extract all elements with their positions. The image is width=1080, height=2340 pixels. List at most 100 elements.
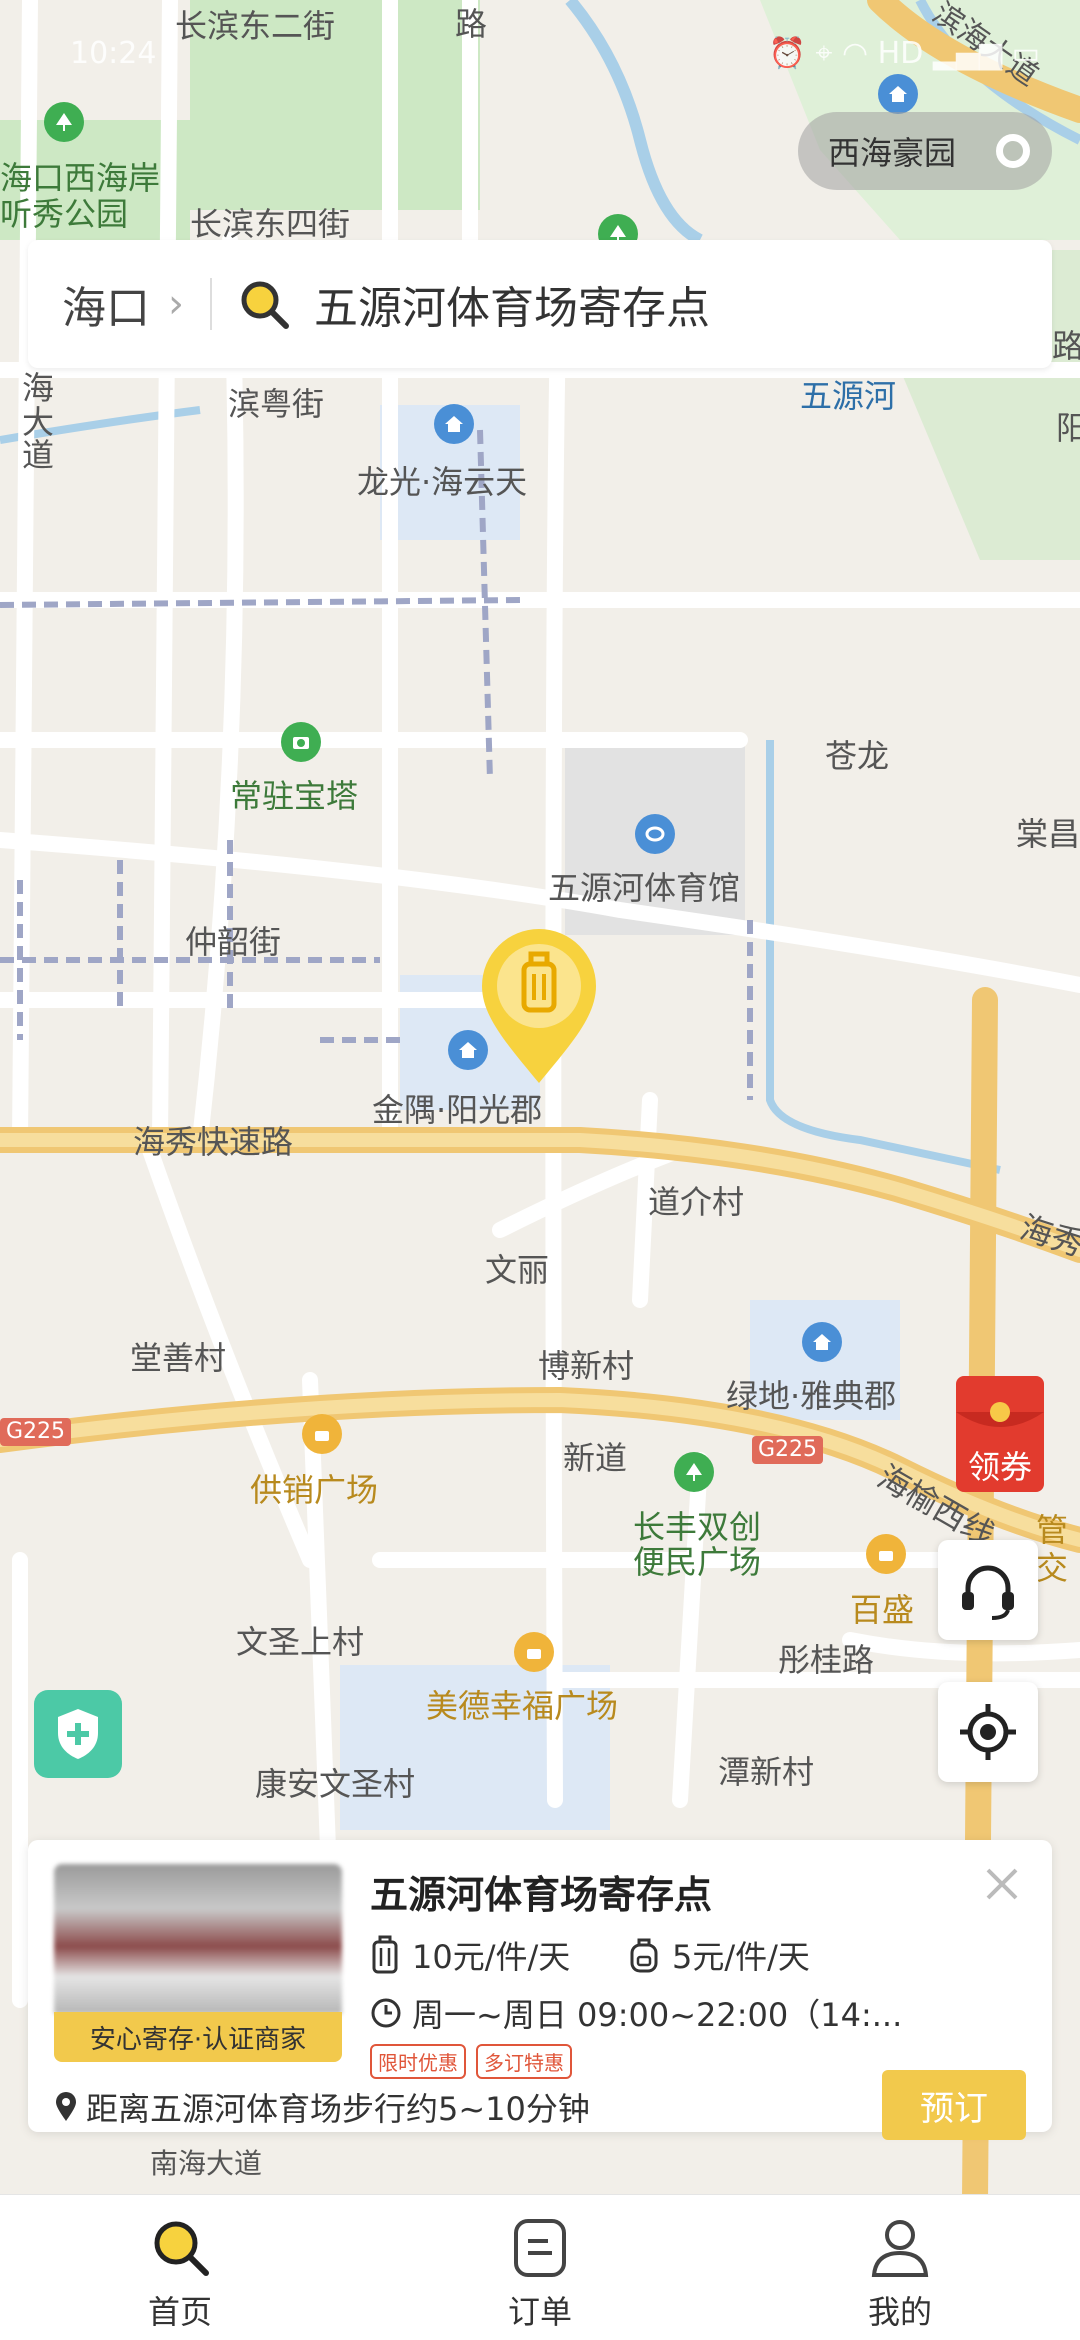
map-label: 长滨东四街 [190,205,351,243]
nav-home-label: 首页 [147,2293,212,2331]
map-label: 道介村 [648,1183,745,1221]
map-label: 金隅·阳光郡 [372,1091,543,1129]
price-large-label: 10元/件/天 [412,1938,571,1976]
nav-item-home[interactable]: 首页 [0,2195,360,2340]
location-pin-icon [56,2092,76,2121]
map-label: 康安文圣村 [255,1765,416,1803]
map-label: 常驻宝塔 [230,777,359,815]
promo-badge: 多订特惠 [476,2044,572,2079]
map-label: 路 [1052,327,1080,365]
status-indicators: ⏰ ⌖ ◠ HD ▂▄▆ ▭ [769,36,1040,71]
map-label: 棠昌 [1016,815,1080,853]
highway-shield: G225 [752,1436,824,1464]
map-label: 五源河 [800,377,897,415]
store-photo [54,1864,342,2014]
shopping-icon [302,1414,342,1454]
signal-icon: ▂▄▆ [932,36,1012,71]
map-label: 阳 [1056,409,1080,447]
search-input[interactable]: 五源河体育场寄存点 [314,272,710,336]
user-icon [871,2220,929,2277]
alarm-icon: ⏰ [768,36,816,71]
map-label: 海大道 [21,369,54,475]
promo-badge: 限时优惠 [370,2044,466,2079]
store-card[interactable]: 安心寄存·认证商家 五源河体育场寄存点 10元/件/天 5元/件/天 周一~周日… [28,1840,1052,2140]
attraction-icon [281,722,321,762]
app-root: 长滨东二街 路 长滨东四街 海口西海岸 听秀公园 滨海大道 滨粤街 龙光·海云天… [0,0,1080,2340]
map-label: 文丽 [485,1251,550,1289]
nav-item-mine[interactable]: 我的 [720,2195,1080,2340]
map-label: 文圣上村 [236,1623,365,1661]
book-button[interactable]: 预订 [882,2070,1026,2140]
safety-button[interactable] [34,1690,122,1778]
close-icon[interactable] [978,1860,1026,1908]
suitcase-icon [372,1935,398,1974]
coupon-button[interactable]: 领券 [950,1372,1050,1496]
map-label: 龙光·海云天 [357,463,528,501]
target-ring-icon [996,134,1030,168]
locate-button[interactable] [938,1682,1038,1782]
map-label: 交 [1036,1549,1069,1587]
shield-icon [58,1709,98,1759]
backpack-icon [630,1938,658,1973]
community-pill[interactable]: 西海豪园 [798,112,1052,190]
map-label: 长丰双创便民广场 [632,1508,761,1582]
community-label: 西海豪园 [828,134,957,172]
shopping-icon [866,1534,906,1574]
map-label: 听秀公园 [0,195,129,233]
map-label: 百盛 [850,1591,915,1629]
bottom-nav: 首页 订单 我的 [0,2194,1080,2340]
park-icon [674,1452,714,1492]
map-label: 五源河体育馆 [548,869,741,907]
customer-service-button[interactable] [938,1540,1038,1640]
coupon-label: 领券 [967,1448,1032,1486]
search-bar[interactable]: 海口 › 五源河体育场寄存点 [28,240,1052,368]
stadium-icon [635,814,675,854]
promo-badges: 限时优惠 多订特惠 [370,2044,572,2079]
map-label: 潭新村 [718,1753,815,1791]
headset-icon [962,1565,1014,1620]
map-label: 南海大道 [150,2147,263,2180]
opening-hours: 周一~周日 09:00~22:00（14:... [370,1990,902,2036]
order-list-icon [514,2219,566,2277]
map-label: 博新村 [538,1347,635,1385]
location-icon: ⌖ [815,36,842,71]
clock-icon [371,1998,401,2028]
nav-item-orders[interactable]: 订单 [360,2195,720,2340]
store-name: 五源河体育场寄存点 [370,1873,713,1917]
map-label: 海秀快速路 [133,1123,294,1161]
residential-icon [434,404,474,444]
luggage-marker-icon[interactable] [476,928,602,1088]
city-selector[interactable]: 海口 [62,272,150,336]
price-small-item: 5元/件/天 [628,1932,810,1978]
status-time: 10:24 [70,36,157,71]
map-label: 管 [1036,1511,1069,1549]
map-label: 绿地·雅典郡 [726,1377,897,1415]
price-small-label: 5元/件/天 [672,1938,810,1976]
map-label: 苍龙 [825,737,890,775]
search-icon [241,281,289,329]
divider [210,278,212,330]
map-label: 供销广场 [250,1471,379,1509]
shopping-icon [514,1632,554,1672]
price-large-item: 10元/件/天 [370,1932,570,1978]
map-label: 美德幸福广场 [426,1687,619,1725]
verified-tag: 安心寄存·认证商家 [54,2012,342,2062]
residential-icon [802,1322,842,1362]
park-icon [44,102,84,142]
map-label: 海口西海岸 [0,159,161,197]
battery-icon: ▭ [1011,36,1040,71]
map-label: 堂善村 [130,1339,227,1377]
map-label: 仲韶街 [185,923,282,961]
crosshair-icon [960,1704,1016,1760]
distance-info: 距离五源河体育场步行约5~10分钟 [54,2084,590,2130]
map-label: 彤桂路 [778,1641,875,1679]
hours-label: 周一~周日 09:00~22:00（14:... [412,1996,903,2034]
hd-label: HD [877,36,924,71]
status-bar: 10:24 ⏰ ⌖ ◠ HD ▂▄▆ ▭ [0,0,1080,100]
distance-label: 距离五源河体育场步行约5~10分钟 [86,2090,590,2128]
search-icon [154,2221,209,2276]
map-label: 滨粤街 [228,385,325,423]
nav-orders-label: 订单 [507,2293,572,2331]
chevron-right-icon: › [168,281,184,327]
map-label: 新道 [563,1439,628,1477]
